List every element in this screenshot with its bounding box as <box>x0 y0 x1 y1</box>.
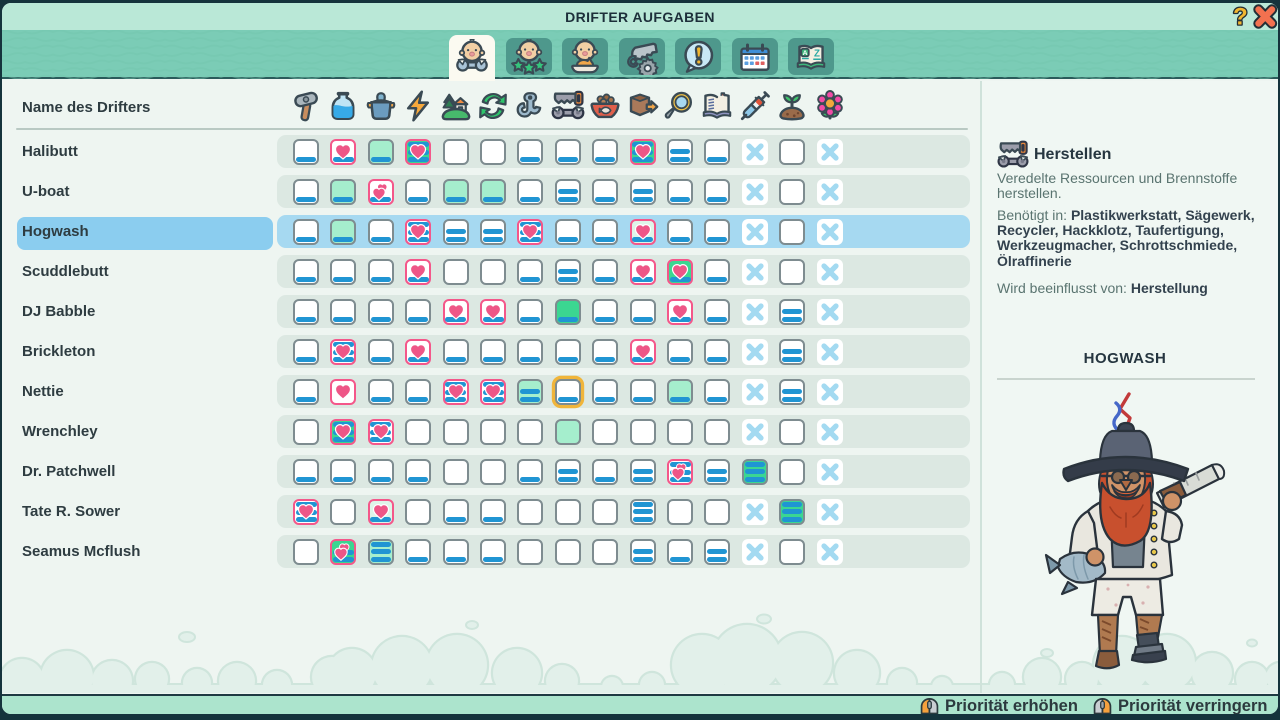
svg-text:?: ? <box>1233 4 1248 31</box>
svg-text:Z: Z <box>814 48 820 59</box>
svg-text:A: A <box>803 50 808 57</box>
